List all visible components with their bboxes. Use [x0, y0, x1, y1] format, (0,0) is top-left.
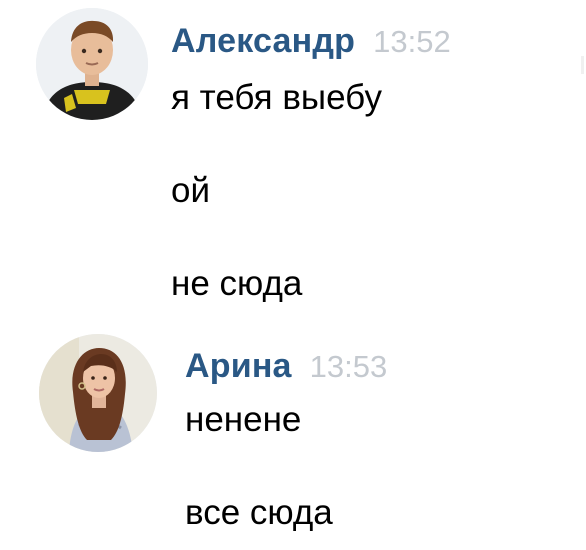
author-name[interactable]: Александр — [171, 22, 355, 60]
message-time[interactable]: 13:53 — [310, 349, 388, 384]
user-avatar-icon — [39, 334, 157, 452]
author-name[interactable]: Арина — [185, 347, 292, 385]
message-text: все сюда — [185, 493, 333, 532]
avatar[interactable] — [39, 334, 157, 452]
message-text: я тебя выебу — [171, 78, 382, 117]
message-group: Александр 13:52 я тебя выебу ой не сюда — [0, 0, 586, 310]
message-text: не сюда — [171, 264, 303, 303]
message-text: ненене — [185, 400, 302, 439]
message-header: Арина 13:53 — [185, 349, 387, 383]
message-time[interactable]: 13:52 — [373, 24, 451, 59]
chat-screen: { "colors": { "author": "#2a5885", "time… — [0, 0, 586, 550]
message-header: Александр 13:52 — [171, 24, 451, 58]
user-avatar-icon — [36, 8, 148, 120]
message-group: Арина 13:53 ненене все сюда — [0, 310, 586, 550]
message-text: ой — [171, 171, 211, 210]
avatar[interactable] — [36, 8, 148, 120]
